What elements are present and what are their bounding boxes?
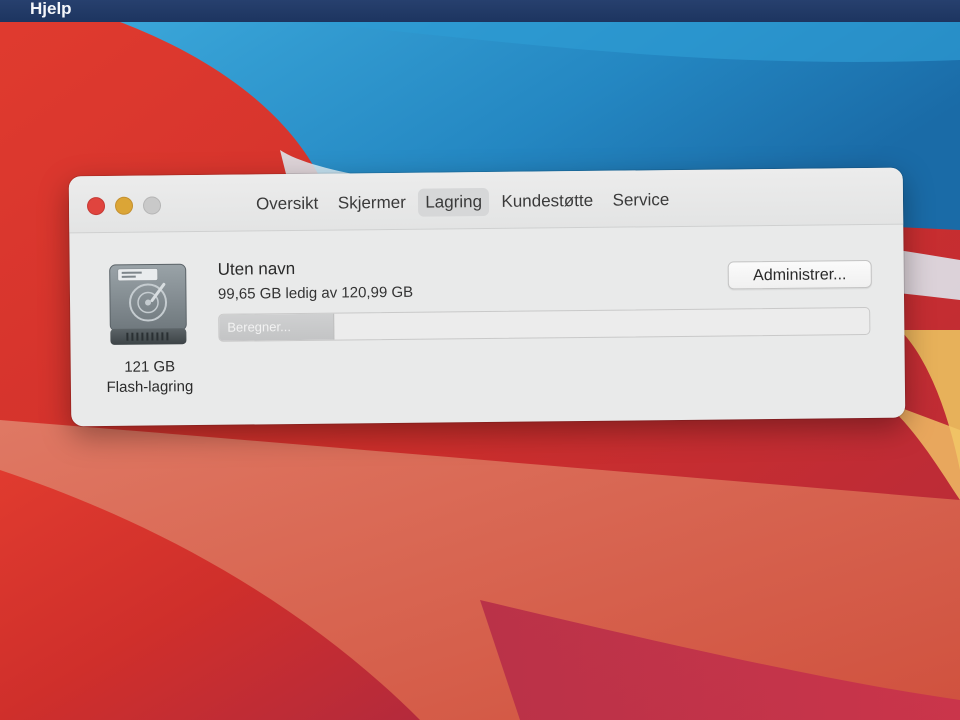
window-titlebar: Oversikt Skjermer Lagring Kundestøtte Se…	[68, 167, 904, 234]
manage-button[interactable]: Administrer...	[727, 259, 872, 290]
tab-overview[interactable]: Oversikt	[249, 190, 326, 219]
close-button[interactable]	[86, 196, 106, 216]
hard-drive-icon	[109, 263, 187, 345]
disk-type-label: Flash-lagring	[106, 378, 194, 396]
tab-displays[interactable]: Skjermer	[331, 189, 413, 218]
volume-free-space: 99,65 GB ledig av 120,99 GB	[217, 283, 414, 303]
tab-service[interactable]: Service	[605, 186, 676, 215]
tab-support[interactable]: Kundestøtte	[494, 187, 600, 216]
zoom-button[interactable]	[142, 196, 162, 215]
tab-bar: Oversikt Skjermer Lagring Kundestøtte Se…	[249, 186, 678, 218]
minimize-button[interactable]	[114, 196, 134, 215]
menu-help[interactable]: Hjelp	[30, 0, 72, 18]
tab-storage[interactable]: Lagring	[418, 187, 490, 217]
disk-capacity-label: 121 GB	[124, 358, 176, 376]
menu-bar: Hjelp	[0, 0, 960, 22]
volume-name: Uten navn	[217, 259, 296, 279]
about-this-mac-window: Oversikt Skjermer Lagring Kundestøtte Se…	[68, 167, 906, 427]
storage-calculating-segment: Beregner...	[219, 313, 335, 341]
desktop: Hjelp Oversikt Skjermer Lagring Kundestø…	[0, 0, 960, 720]
storage-panel: 121 GB Flash-lagring Uten navn 99,65 GB …	[69, 225, 905, 427]
storage-usage-bar: Beregner...	[218, 306, 871, 342]
storage-status-label: Beregner...	[227, 319, 291, 335]
